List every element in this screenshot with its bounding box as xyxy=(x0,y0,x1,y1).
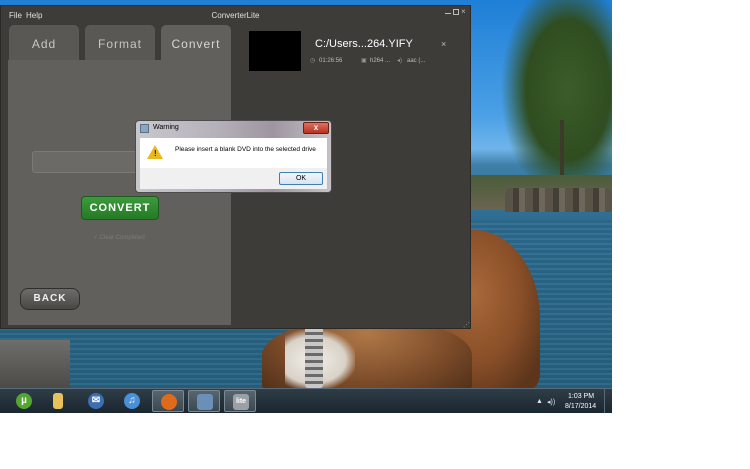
taskbar-network[interactable] xyxy=(188,390,220,412)
file-audio-codec: aac (... xyxy=(407,58,426,64)
video-icon: ▣ xyxy=(361,58,367,64)
tab-add[interactable]: Add xyxy=(9,25,79,61)
dialog-message-area: ! Please insert a blank DVD into the sel… xyxy=(140,138,327,168)
app-title: ConverterLite xyxy=(211,11,260,20)
clock-date[interactable]: 8/17/2014 xyxy=(565,403,596,410)
show-desktop-button[interactable] xyxy=(604,389,613,413)
minimize-icon[interactable] xyxy=(445,9,451,14)
volume-icon[interactable]: ◂)) xyxy=(547,398,555,406)
video-thumbnail xyxy=(249,31,301,71)
wallpaper-rocks xyxy=(505,188,612,212)
resize-grip-icon[interactable]: ⋰ xyxy=(463,321,470,329)
folder-icon xyxy=(53,393,63,409)
firefox-icon xyxy=(161,394,177,410)
maximize-icon[interactable] xyxy=(453,9,459,15)
back-button[interactable]: BACK xyxy=(20,288,80,310)
taskbar-utorrent[interactable]: µ xyxy=(8,390,40,412)
clock-time[interactable]: 1:03 PM xyxy=(568,393,594,400)
dialog-title: Warning xyxy=(153,124,179,131)
taskbar-thunderbird[interactable]: ✉ xyxy=(80,390,112,412)
converterlite-icon: lite xyxy=(233,394,249,410)
warning-exclamation-icon: ! xyxy=(154,149,157,158)
tab-format[interactable]: Format xyxy=(85,25,155,61)
tab-convert[interactable]: Convert xyxy=(161,25,231,61)
convert-button[interactable]: CONVERT xyxy=(81,196,159,220)
remove-file-icon[interactable]: × xyxy=(441,39,446,49)
wallpaper-dog-collar xyxy=(305,326,323,388)
wallpaper-dock xyxy=(0,340,70,390)
clock-icon: ◷ xyxy=(310,58,316,64)
file-name: C:/Users...264.YIFY xyxy=(315,38,413,50)
network-icon xyxy=(197,394,213,410)
taskbar-explorer[interactable] xyxy=(42,390,74,412)
dialog-message: Please insert a blank DVD into the selec… xyxy=(175,146,316,153)
warning-dialog: Warning x ! Please insert a blank DVD in… xyxy=(135,120,332,193)
ok-button[interactable]: OK xyxy=(279,172,323,185)
close-window-icon[interactable]: × xyxy=(461,7,466,16)
wallpaper-trees xyxy=(502,0,612,200)
app-titlebar: File Help ConverterLite × xyxy=(1,6,470,24)
itunes-icon: ♫ xyxy=(124,393,140,409)
file-video-codec: h264 ... xyxy=(370,58,391,64)
taskbar-firefox[interactable] xyxy=(152,390,184,412)
tray-expand-icon[interactable]: ▲ xyxy=(536,398,543,405)
utorrent-icon: µ xyxy=(16,393,32,409)
dialog-body: ! Please insert a blank DVD into the sel… xyxy=(140,138,327,189)
output-drive-field[interactable] xyxy=(32,151,152,173)
file-duration: 01:26:56 xyxy=(319,58,343,64)
clear-completed-link[interactable]: ✓ Clear Completed xyxy=(93,234,145,241)
taskbar-itunes[interactable]: ♫ xyxy=(116,390,148,412)
thunderbird-icon: ✉ xyxy=(88,393,104,409)
audio-icon: ◂) xyxy=(397,58,403,64)
dialog-app-icon xyxy=(140,124,149,133)
taskbar-converterlite[interactable]: lite xyxy=(224,390,256,412)
dialog-close-button[interactable]: x xyxy=(303,122,329,134)
clear-completed-label: Clear Completed xyxy=(99,235,145,241)
taskbar: µ ✉ ♫ lite ▲ ◂)) 1:03 PM 8/17/2014 xyxy=(0,388,612,413)
